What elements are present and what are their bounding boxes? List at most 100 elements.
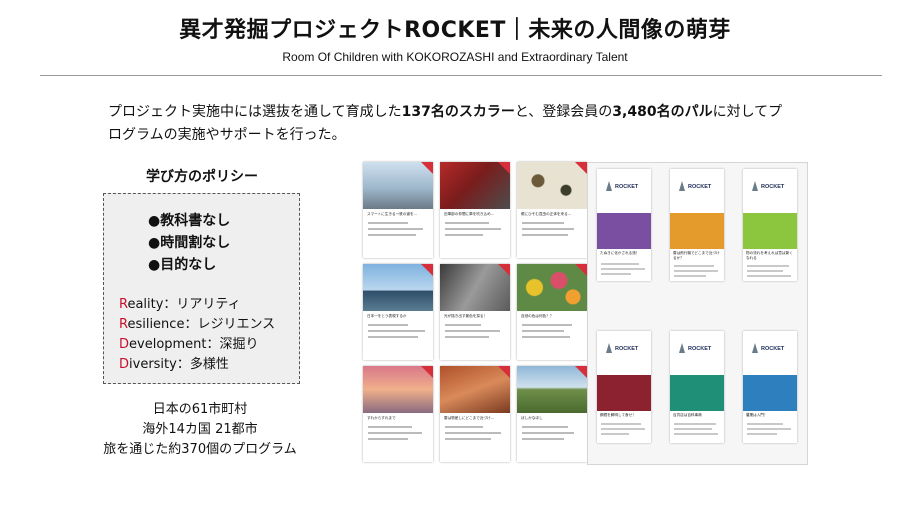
program-card-grid: スマートに生きる〜鉄の道を… 旧車部の仲間に車を吹き込め… 眼にひそむ昆虫の正体… xyxy=(363,162,588,462)
program-poster[interactable]: ROCKET 物の流れを考えれば意は繋くなれる xyxy=(743,169,797,281)
value-list: Reality：リアリティ Resilience：レジリエンス Developm… xyxy=(119,295,275,375)
card-text-line xyxy=(522,432,574,434)
poster-text-line xyxy=(674,275,706,277)
program-stats: 日本の61市町村 海外14カ国 21都市 旅を通じた約370個のプログラム xyxy=(80,400,320,460)
poster-caption: 鋼鐵を解明して食せ！ xyxy=(600,413,636,417)
program-poster[interactable]: ROCKET たぬきに化かされる旅！ xyxy=(597,169,651,281)
policy-box: ●教科書なし ●時間割なし ●目的なし Reality：リアリティ Resili… xyxy=(103,193,300,384)
card-text-line xyxy=(445,426,483,428)
page-title: 異才発掘プロジェクトROCKET｜未来の人間像の萌芽 xyxy=(179,18,731,43)
card-text-line xyxy=(368,324,408,326)
card-ribbon xyxy=(498,162,510,174)
poster-caption: 農業は入門！ xyxy=(746,413,768,417)
program-card[interactable]: スマートに生きる〜鉄の道を… xyxy=(363,162,433,258)
poster-text-line xyxy=(601,268,645,270)
poster-text-line xyxy=(601,263,639,265)
poster-text-line xyxy=(674,423,716,425)
poster-brand: ROCKET xyxy=(688,184,712,190)
card-text-line xyxy=(445,336,489,338)
poster-text-line xyxy=(674,270,718,272)
program-poster[interactable]: ROCKET 農業は入門！ xyxy=(743,331,797,443)
card-caption: 眼にひそむ昆虫の正体を来る… xyxy=(521,212,572,216)
card-ribbon xyxy=(421,366,433,378)
card-text-line xyxy=(445,228,501,230)
card-ribbon xyxy=(575,264,587,276)
card-text-line xyxy=(368,438,408,440)
card-text-line xyxy=(445,432,501,434)
poster-brand: ROCKET xyxy=(615,346,639,352)
poster-band xyxy=(597,213,651,249)
value-item: Development：深掘り xyxy=(119,337,259,352)
card-caption: ほしかなほし xyxy=(521,416,543,420)
card-text-line xyxy=(368,330,425,332)
poster-text-line xyxy=(601,428,645,430)
card-text-line xyxy=(368,234,416,236)
poster-caption: 百貨店は百科事典 xyxy=(673,413,702,417)
intro-text-2: と、登録会員の xyxy=(514,104,613,120)
poster-band xyxy=(743,213,797,249)
poster-text-line xyxy=(747,433,777,435)
card-text-line xyxy=(522,438,564,440)
poster-text-line xyxy=(674,433,718,435)
title-divider xyxy=(40,75,882,76)
program-poster[interactable]: ROCKET 雲は飛行機でどこまで近づけるか？ xyxy=(670,169,724,281)
poster-band xyxy=(597,375,651,411)
intro-text-3: に対してプ xyxy=(712,104,783,120)
program-card[interactable]: 光が描き出す景色を探る！ xyxy=(440,264,510,360)
poster-text-line xyxy=(601,423,641,425)
program-poster-grid: ROCKET たぬきに化かされる旅！ ROCKET 雲は飛行機でどこまで近づける… xyxy=(587,162,808,465)
card-text-line xyxy=(522,234,568,236)
program-card[interactable]: 日本一をとう表現するか xyxy=(363,264,433,360)
poster-brand: ROCKET xyxy=(761,184,785,190)
poster-band xyxy=(670,375,724,411)
card-text-line xyxy=(522,324,572,326)
card-ribbon xyxy=(421,264,433,276)
value-item: Resilience：レジリエンス xyxy=(119,317,276,332)
card-text-line xyxy=(368,228,423,230)
poster-band xyxy=(670,213,724,249)
page-subtitle: Room Of Children with KOKOROZASHI and Ex… xyxy=(282,50,628,64)
intro-scholar-count: 137名のスカラー xyxy=(401,104,515,120)
card-text-line xyxy=(522,336,570,338)
card-ribbon xyxy=(575,162,587,174)
poster-caption: 物の流れを考えれば意は繋くなれる xyxy=(746,251,793,260)
stat-countries: 海外14カ国 21都市 xyxy=(142,422,258,437)
policy-item: ●目的なし xyxy=(148,257,217,273)
card-ribbon xyxy=(498,264,510,276)
card-text-line xyxy=(368,426,412,428)
card-text-line xyxy=(522,426,568,428)
stat-programs: 旅を通じた約370個のプログラム xyxy=(103,442,297,457)
card-caption: すれからすれまで xyxy=(367,416,396,420)
card-caption: 雲は物差しにどこまで近づけ… xyxy=(444,416,495,420)
card-text-line xyxy=(445,438,491,440)
poster-text-line xyxy=(747,423,783,425)
poster-brand: ROCKET xyxy=(615,184,639,190)
card-text-line xyxy=(445,222,489,224)
poster-text-line xyxy=(747,270,783,272)
poster-text-line xyxy=(674,265,714,267)
program-card[interactable]: すれからすれまで xyxy=(363,366,433,462)
card-text-line xyxy=(522,330,564,332)
poster-text-line xyxy=(747,428,791,430)
intro-pal-count: 3,480名のパル xyxy=(612,104,713,120)
card-ribbon xyxy=(498,366,510,378)
poster-brand: ROCKET xyxy=(688,346,712,352)
program-card[interactable]: ほしかなほし xyxy=(517,366,587,462)
policy-list: ●教科書なし ●時間割なし ●目的なし xyxy=(148,210,230,276)
program-poster[interactable]: ROCKET 鋼鐵を解明して食せ！ xyxy=(597,331,651,443)
policy-title: 学び方のポリシー xyxy=(146,169,258,185)
card-text-line xyxy=(368,222,408,224)
intro-paragraph: プロジェクト実施中には選抜を通して育成した137名のスカラーと、登録会員の3,4… xyxy=(108,101,828,147)
program-card[interactable]: 自然の色は何色？？ xyxy=(517,264,587,360)
intro-text-4: ログラムの実施やサポートを行った。 xyxy=(108,127,346,143)
program-card[interactable]: 旧車部の仲間に車を吹き込め… xyxy=(440,162,510,258)
program-poster[interactable]: ROCKET 百貨店は百科事典 xyxy=(670,331,724,443)
card-caption: 旧車部の仲間に車を吹き込め… xyxy=(444,212,495,216)
poster-text-line xyxy=(601,273,631,275)
card-ribbon xyxy=(575,366,587,378)
card-text-line xyxy=(445,330,500,332)
card-text-line xyxy=(522,222,564,224)
card-text-line xyxy=(445,324,481,326)
program-card[interactable]: 眼にひそむ昆虫の正体を来る… xyxy=(517,162,587,258)
program-card[interactable]: 雲は物差しにどこまで近づけ… xyxy=(440,366,510,462)
